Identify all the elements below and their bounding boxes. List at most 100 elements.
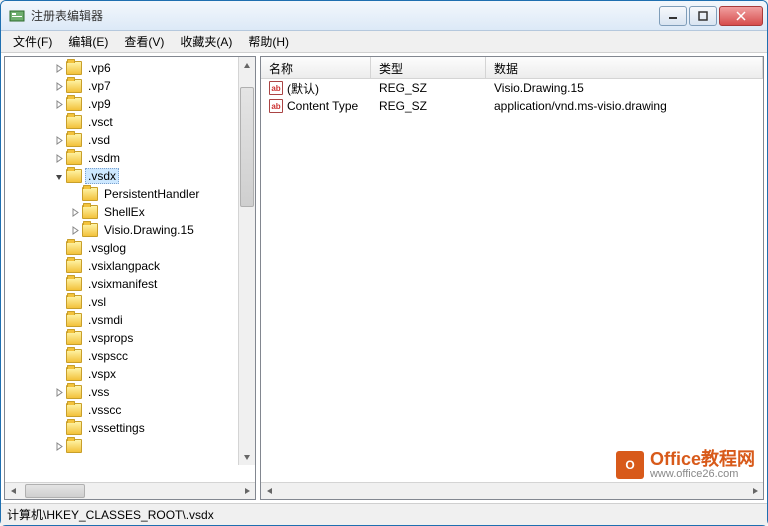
- tree-label: .vsct: [85, 114, 116, 130]
- folder-icon: [66, 169, 82, 183]
- tree-label: PersistentHandler: [101, 186, 202, 202]
- tree-label: .vsdm: [85, 150, 123, 166]
- tree-row[interactable]: .vsl: [5, 293, 255, 311]
- expand-icon[interactable]: [69, 206, 81, 218]
- tree-label: Visio.Drawing.15: [101, 222, 197, 238]
- cell-name: ab Content Type: [261, 98, 371, 114]
- close-button[interactable]: [719, 6, 763, 26]
- tree-label: .vp7: [85, 78, 114, 94]
- statusbar: 计算机\HKEY_CLASSES_ROOT\.vsdx: [1, 503, 767, 525]
- tree-row[interactable]: .vp6: [5, 59, 255, 77]
- tree-row[interactable]: ShellEx: [5, 203, 255, 221]
- expander-placeholder: [53, 368, 65, 380]
- folder-icon: [66, 61, 82, 75]
- tree-label: .vsdx: [85, 168, 119, 184]
- string-value-icon: ab: [269, 99, 283, 113]
- tree-row[interactable]: .vp7: [5, 77, 255, 95]
- tree-row[interactable]: Visio.Drawing.15: [5, 221, 255, 239]
- tree-row[interactable]: .vssettings: [5, 419, 255, 437]
- list-body[interactable]: ab(默认)REG_SZVisio.Drawing.15abContent Ty…: [261, 79, 763, 482]
- tree-row[interactable]: .vsglog: [5, 239, 255, 257]
- cell-data: application/vnd.ms-visio.drawing: [486, 98, 763, 114]
- scroll-right-arrow[interactable]: [238, 483, 255, 500]
- expander-placeholder: [53, 332, 65, 344]
- watermark-url: www.office26.com: [650, 468, 755, 480]
- tree-label: [85, 445, 91, 447]
- watermark-logo-icon: O: [616, 451, 644, 479]
- window-title: 注册表编辑器: [31, 7, 659, 24]
- collapse-icon[interactable]: [53, 170, 65, 182]
- tree-horizontal-scrollbar[interactable]: [5, 482, 255, 499]
- tree-vertical-scrollbar[interactable]: [238, 57, 255, 465]
- tree-row[interactable]: [5, 437, 255, 455]
- column-type[interactable]: 类型: [371, 57, 486, 78]
- tree-row[interactable]: .vsmdi: [5, 311, 255, 329]
- maximize-button[interactable]: [689, 6, 717, 26]
- tree-row[interactable]: .vsdx: [5, 167, 255, 185]
- tree-row[interactable]: .vp9: [5, 95, 255, 113]
- value-name: Content Type: [287, 99, 358, 113]
- content-area: .vp6 .vp7.vp9.vsct.vsd.vsdm .vsdx Persisten…: [1, 53, 767, 503]
- tree-row[interactable]: .vsixmanifest: [5, 275, 255, 293]
- expand-icon[interactable]: [53, 98, 65, 110]
- tree-row[interactable]: PersistentHandler: [5, 185, 255, 203]
- titlebar[interactable]: 注册表编辑器: [1, 1, 767, 31]
- expand-icon[interactable]: [53, 134, 65, 146]
- list-horizontal-scrollbar[interactable]: [261, 482, 763, 499]
- scroll-left-arrow[interactable]: [5, 483, 22, 500]
- scroll-thumb[interactable]: [25, 484, 85, 498]
- tree-row[interactable]: .vss: [5, 383, 255, 401]
- expand-icon[interactable]: [69, 224, 81, 236]
- scroll-up-arrow[interactable]: [239, 57, 255, 74]
- folder-icon: [66, 439, 82, 453]
- tree-row[interactable]: .vspx: [5, 365, 255, 383]
- scroll-thumb[interactable]: [240, 87, 254, 207]
- scroll-left-arrow[interactable]: [261, 483, 278, 500]
- menu-edit[interactable]: 编辑(E): [60, 31, 116, 52]
- column-data[interactable]: 数据: [486, 57, 763, 78]
- watermark: O Office教程网 www.office26.com: [616, 450, 755, 480]
- tree-row[interactable]: .vsprops: [5, 329, 255, 347]
- tree-label: .vsprops: [85, 330, 136, 346]
- expand-icon[interactable]: [53, 440, 65, 452]
- tree-row[interactable]: .vsct: [5, 113, 255, 131]
- folder-icon: [66, 115, 82, 129]
- expander-placeholder: [53, 314, 65, 326]
- menu-help[interactable]: 帮助(H): [240, 31, 297, 52]
- window-controls: [659, 6, 763, 26]
- value-name: (默认): [287, 80, 319, 97]
- tree-row[interactable]: .vsdm: [5, 149, 255, 167]
- folder-icon: [66, 421, 82, 435]
- folder-icon: [66, 295, 82, 309]
- tree-label: .vsixmanifest: [85, 276, 160, 292]
- cell-type: REG_SZ: [371, 80, 486, 96]
- column-name[interactable]: 名称: [261, 57, 371, 78]
- menu-favorites[interactable]: 收藏夹(A): [172, 31, 240, 52]
- tree-row[interactable]: .vspscc: [5, 347, 255, 365]
- expand-icon[interactable]: [53, 152, 65, 164]
- folder-icon: [66, 277, 82, 291]
- scroll-right-arrow[interactable]: [746, 483, 763, 500]
- menu-file[interactable]: 文件(F): [5, 31, 60, 52]
- scroll-down-arrow[interactable]: [239, 448, 255, 465]
- list-row[interactable]: abContent TypeREG_SZapplication/vnd.ms-v…: [261, 97, 763, 115]
- minimize-button[interactable]: [659, 6, 687, 26]
- tree-row[interactable]: .vsixlangpack: [5, 257, 255, 275]
- list-row[interactable]: ab(默认)REG_SZVisio.Drawing.15: [261, 79, 763, 97]
- cell-name: ab(默认): [261, 79, 371, 98]
- registry-tree[interactable]: .vp6 .vp7.vp9.vsct.vsd.vsdm .vsdx Persisten…: [5, 57, 255, 457]
- tree-label: .vsscc: [85, 402, 124, 418]
- tree-label: ShellEx: [101, 204, 148, 220]
- tree-row[interactable]: .vsscc: [5, 401, 255, 419]
- tree-row[interactable]: .vsd: [5, 131, 255, 149]
- tree-label: .vspx: [85, 366, 119, 382]
- menu-view[interactable]: 查看(V): [116, 31, 172, 52]
- tree-label: .vsixlangpack: [85, 258, 163, 274]
- list-header: 名称 类型 数据: [261, 57, 763, 79]
- tree-label: .vp6: [85, 60, 114, 76]
- tree-label: .vsl: [85, 294, 109, 310]
- expand-icon[interactable]: [53, 386, 65, 398]
- expand-icon[interactable]: [53, 62, 65, 74]
- expand-icon[interactable]: [53, 80, 65, 92]
- folder-icon: [82, 187, 98, 201]
